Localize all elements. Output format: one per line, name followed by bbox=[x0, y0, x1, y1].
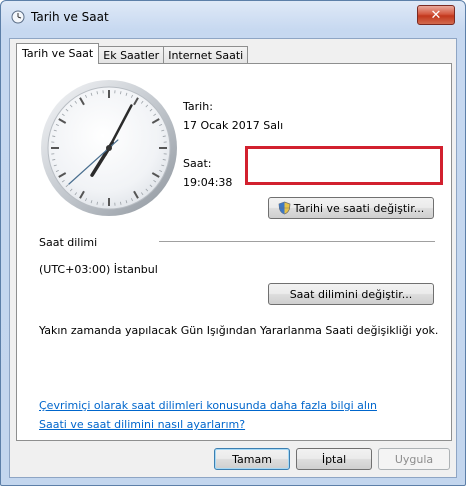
tab-date-time[interactable]: Tarih ve Saat bbox=[16, 43, 100, 64]
annotation-highlight-box bbox=[245, 146, 443, 185]
tab-panel-date-time: Tarih: 17 Ocak 2017 Salı Saat: 19:04:38 … bbox=[16, 63, 452, 441]
uac-shield-icon bbox=[278, 201, 291, 215]
clock-center-pin bbox=[106, 145, 112, 151]
close-button[interactable]: ✕ bbox=[417, 5, 455, 25]
dialog-client-area: Tarih ve Saat Ek Saatler Internet Saati bbox=[9, 38, 457, 478]
close-icon: ✕ bbox=[430, 7, 442, 23]
date-value: 17 Ocak 2017 Salı bbox=[183, 119, 284, 132]
how-to-set-link[interactable]: Saati ve saat dilimini nasıl ayarlarım? bbox=[39, 418, 245, 431]
timezone-section-label: Saat dilimi bbox=[39, 236, 98, 249]
cancel-button[interactable]: İptal bbox=[296, 448, 372, 470]
date-label: Tarih: bbox=[183, 100, 213, 113]
window-title: Tarih ve Saat bbox=[31, 10, 109, 24]
time-label: Saat: bbox=[183, 157, 212, 170]
tab-strip: Tarih ve Saat Ek Saatler Internet Saati bbox=[16, 43, 249, 64]
tab-internet-time[interactable]: Internet Saati bbox=[163, 46, 249, 64]
clock-app-icon bbox=[11, 10, 25, 24]
change-timezone-button[interactable]: Saat dilimini değiştir... bbox=[268, 283, 434, 305]
ok-button[interactable]: Tamam bbox=[214, 448, 290, 470]
date-time-dialog: Tarih ve Saat ✕ Tarih ve Saat Ek Saatler… bbox=[0, 0, 466, 486]
tab-additional-clocks[interactable]: Ek Saatler bbox=[98, 46, 165, 64]
time-value: 19:04:38 bbox=[183, 176, 233, 189]
timezone-separator bbox=[159, 241, 435, 242]
change-date-time-button[interactable]: Tarihi ve saati değiştir... bbox=[268, 197, 434, 219]
timezone-value: (UTC+03:00) İstanbul bbox=[39, 263, 158, 276]
timezones-online-link[interactable]: Çevrimiçi olarak saat dilimleri konusund… bbox=[39, 399, 377, 412]
title-bar[interactable]: Tarih ve Saat ✕ bbox=[1, 1, 465, 33]
apply-button[interactable]: Uygula bbox=[378, 448, 450, 470]
change-date-time-label: Tarihi ve saati değiştir... bbox=[293, 201, 425, 215]
dst-notice: Yakın zamanda yapılacak Gün Işığından Ya… bbox=[39, 324, 439, 337]
analog-clock bbox=[41, 80, 177, 216]
